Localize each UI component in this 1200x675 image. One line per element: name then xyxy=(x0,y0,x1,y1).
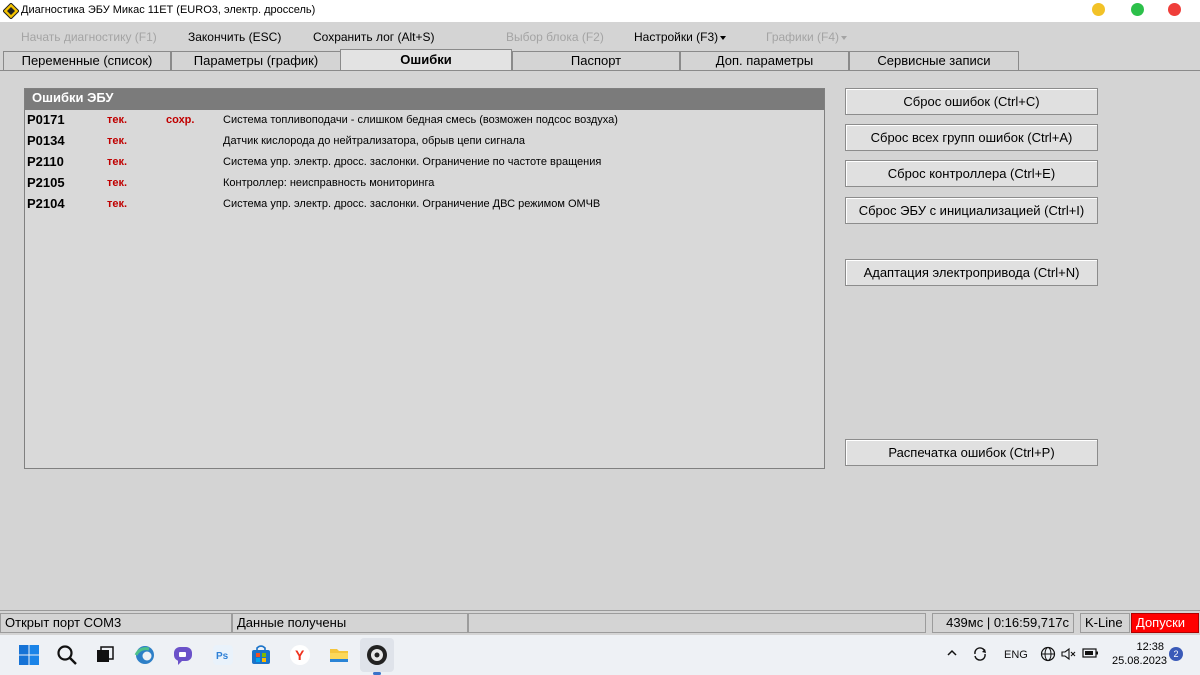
sync-icon[interactable] xyxy=(972,646,988,665)
minimize-button[interactable] xyxy=(1092,3,1105,16)
task-view-icon[interactable] xyxy=(94,644,116,666)
tab-bar: Переменные (список) Параметры (график) О… xyxy=(0,49,1200,71)
error-row[interactable]: P2105 тек. Контроллер: неисправность мон… xyxy=(25,173,824,194)
tab-errors[interactable]: Ошибки xyxy=(340,49,512,71)
menu-bar: Начать диагностику (F1) Закончить (ESC) … xyxy=(0,26,1200,46)
svg-text:Ps: Ps xyxy=(216,651,229,662)
print-errors-button[interactable]: Распечатка ошибок (Ctrl+P) xyxy=(845,439,1098,466)
status-timing: 439мс | 0:16:59,717с xyxy=(932,613,1074,633)
reset-all-groups-button[interactable]: Сброс всех групп ошибок (Ctrl+A) xyxy=(845,124,1098,151)
tab-passport[interactable]: Паспорт xyxy=(512,51,680,70)
error-status: тек. xyxy=(107,135,128,147)
status-message xyxy=(468,613,926,633)
diagnostics-app-icon[interactable] xyxy=(366,644,388,666)
search-icon[interactable] xyxy=(56,644,78,666)
errors-panel-title: Ошибки ЭБУ xyxy=(25,89,824,110)
menu-finish[interactable]: Закончить (ESC) xyxy=(188,30,281,44)
battery-icon[interactable] xyxy=(1082,647,1100,662)
error-row[interactable]: P2104 тек. Система упр. электр. дросс. з… xyxy=(25,194,824,215)
svg-text:Y: Y xyxy=(295,647,305,663)
errors-panel: Ошибки ЭБУ P0171 тек. сохр. Система топл… xyxy=(24,88,825,469)
reset-ecu-init-button[interactable]: Сброс ЭБУ с инициализацией (Ctrl+I) xyxy=(845,197,1098,224)
menu-select-block[interactable]: Выбор блока (F2) xyxy=(506,30,604,44)
chevron-down-icon xyxy=(841,35,848,40)
error-code: P0171 xyxy=(27,112,65,127)
status-data: Данные получены xyxy=(232,613,468,633)
clock-time: 12:38 xyxy=(1136,641,1164,653)
maximize-button[interactable] xyxy=(1131,3,1144,16)
menu-save-log[interactable]: Сохранить лог (Alt+S) xyxy=(313,30,435,44)
error-description: Контроллер: неисправность мониторинга xyxy=(223,177,435,189)
chat-icon[interactable] xyxy=(172,644,194,666)
tab-variables-list[interactable]: Переменные (список) xyxy=(3,51,171,70)
error-row[interactable]: P0171 тек. сохр. Система топливоподачи -… xyxy=(25,110,824,131)
edge-icon[interactable] xyxy=(134,644,156,666)
reset-controller-button[interactable]: Сброс контроллера (Ctrl+E) xyxy=(845,160,1098,187)
error-status: тек. xyxy=(107,114,128,126)
chevron-up-icon[interactable] xyxy=(946,647,958,662)
tab-divider xyxy=(0,70,1200,71)
menu-start-diagnostics[interactable]: Начать диагностику (F1) xyxy=(21,30,157,44)
network-icon[interactable] xyxy=(1040,646,1056,665)
error-code: P2105 xyxy=(27,175,65,190)
error-description: Система упр. электр. дросс. заслонки. Ог… xyxy=(223,198,601,210)
tab-extra-parameters[interactable]: Доп. параметры xyxy=(680,51,849,70)
taskbar: Ps Y ENG 12:38 25.08.2023 2 xyxy=(0,635,1200,675)
menu-settings-label: Настройки (F3) xyxy=(634,30,719,44)
store-icon[interactable] xyxy=(250,644,272,666)
error-saved-flag: сохр. xyxy=(166,114,195,126)
chevron-down-icon xyxy=(720,35,727,40)
status-access[interactable]: Допуски xyxy=(1131,613,1199,633)
clock-date: 25.08.2023 xyxy=(1112,655,1168,667)
app-logo-icon xyxy=(2,2,20,20)
title-bar: Диагностика ЭБУ Микас 11ЕТ (EURO3, элект… xyxy=(0,0,1200,22)
tab-service-records[interactable]: Сервисные записи xyxy=(849,51,1019,70)
input-language[interactable]: ENG xyxy=(1004,649,1028,661)
status-protocol: K-Line xyxy=(1080,613,1130,633)
error-code: P0134 xyxy=(27,133,65,148)
tab-parameters-chart[interactable]: Параметры (график) xyxy=(171,51,341,70)
error-description: Система упр. электр. дросс. заслонки. Ог… xyxy=(223,156,602,168)
photoshop-icon[interactable]: Ps xyxy=(212,644,234,666)
file-explorer-icon[interactable] xyxy=(328,644,350,666)
error-description: Датчик кислорода до нейтрализатора, обры… xyxy=(223,135,526,147)
menu-charts[interactable]: Графики (F4) xyxy=(766,30,848,44)
error-status: тек. xyxy=(107,156,128,168)
actuator-adaptation-button[interactable]: Адаптация электропривода (Ctrl+N) xyxy=(845,259,1098,286)
menu-charts-label: Графики (F4) xyxy=(766,30,840,44)
status-port: Открыт порт COM3 xyxy=(0,613,232,633)
yandex-icon[interactable]: Y xyxy=(289,644,311,666)
error-code: P2110 xyxy=(27,154,64,169)
close-button[interactable] xyxy=(1168,3,1181,16)
error-status: тек. xyxy=(107,177,128,189)
window-title: Диагностика ЭБУ Микас 11ЕТ (EURO3, элект… xyxy=(21,4,316,16)
windows-start-icon[interactable] xyxy=(18,644,40,666)
error-description: Система топливоподачи - слишком бедная с… xyxy=(223,114,618,126)
notification-badge[interactable]: 2 xyxy=(1169,647,1183,661)
error-row[interactable]: P2110 тек. Система упр. электр. дросс. з… xyxy=(25,152,824,173)
speaker-muted-icon[interactable] xyxy=(1060,646,1076,665)
error-status: тек. xyxy=(107,198,128,210)
error-row[interactable]: P0134 тек. Датчик кислорода до нейтрализ… xyxy=(25,131,824,152)
reset-errors-button[interactable]: Сброс ошибок (Ctrl+C) xyxy=(845,88,1098,115)
error-code: P2104 xyxy=(27,196,65,211)
clock[interactable]: 12:38 25.08.2023 xyxy=(1112,640,1168,668)
menu-settings[interactable]: Настройки (F3) xyxy=(634,30,727,44)
status-bar: Открыт порт COM3 Данные получены 439мс |… xyxy=(0,610,1200,634)
